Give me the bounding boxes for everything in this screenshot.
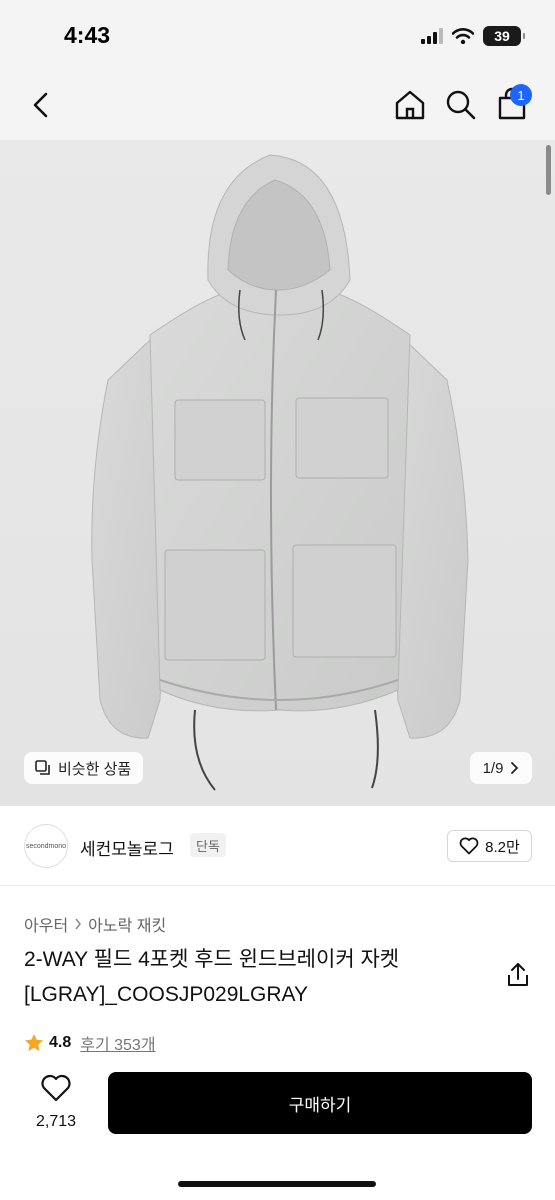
- breadcrumb-item[interactable]: 아우터: [24, 912, 68, 936]
- divider: [0, 885, 555, 886]
- jacket-image: [91, 154, 469, 791]
- home-icon[interactable]: [392, 87, 428, 123]
- back-arrow-icon[interactable]: [24, 88, 58, 122]
- similar-products-button[interactable]: 비슷한 상품: [24, 752, 144, 784]
- breadcrumb: 아우터 아노락 재킷: [24, 912, 166, 936]
- battery-icon: 39: [483, 26, 525, 46]
- scrollbar[interactable]: [546, 145, 551, 195]
- rating-value: 4.8: [49, 1034, 72, 1051]
- status-icons: 39: [421, 26, 525, 46]
- review-count-link[interactable]: 후기 353개: [80, 1031, 155, 1055]
- product-title: 2-WAY 필드 4포켓 후드 윈드브레이커 자켓 [LGRAY]_COOSJP…: [24, 948, 400, 1006]
- wifi-icon: [452, 28, 474, 44]
- cellular-signal-icon: [421, 28, 443, 44]
- buy-button[interactable]: 구매하기: [108, 1072, 532, 1134]
- status-time: 4:43: [64, 22, 111, 48]
- shop-like-button[interactable]: 8.2만: [447, 830, 532, 862]
- status-bar: 4:43 39: [0, 0, 555, 70]
- shop-logo-text: secondmono: [25, 842, 67, 850]
- shop-logo[interactable]: secondmono: [24, 824, 68, 868]
- heart-icon: [41, 1074, 71, 1102]
- product-image[interactable]: [0, 140, 555, 806]
- image-counter[interactable]: 1/9: [470, 752, 532, 784]
- similar-products-label: 비슷한 상품: [58, 760, 132, 778]
- home-indicator: [178, 1181, 376, 1187]
- copy-icon: [35, 760, 50, 775]
- nav-bar: [0, 70, 555, 140]
- shop-row[interactable]: secondmono 세컨모놀로그 단독 8.2만: [0, 820, 555, 886]
- image-counter-label: 1/9: [482, 759, 504, 777]
- heart-icon: [459, 837, 479, 855]
- wishlist-count: 2,713: [35, 1113, 77, 1130]
- exclusive-badge: 단독: [190, 833, 226, 857]
- shop-name[interactable]: 세컨모놀로그: [80, 835, 174, 860]
- breadcrumb-item[interactable]: 아노락 재킷: [88, 912, 166, 936]
- chevron-right-icon: [511, 762, 519, 774]
- rating: 4.8 후기 353개: [24, 1031, 156, 1055]
- star-icon: [25, 1034, 43, 1051]
- cart-count-badge: 1: [510, 84, 532, 106]
- share-icon[interactable]: [503, 960, 533, 990]
- wishlist-button[interactable]: 2,713: [24, 1074, 88, 1131]
- search-icon[interactable]: [443, 87, 479, 123]
- shop-like-count: 8.2만: [485, 838, 520, 856]
- chevron-right-icon: [75, 918, 82, 930]
